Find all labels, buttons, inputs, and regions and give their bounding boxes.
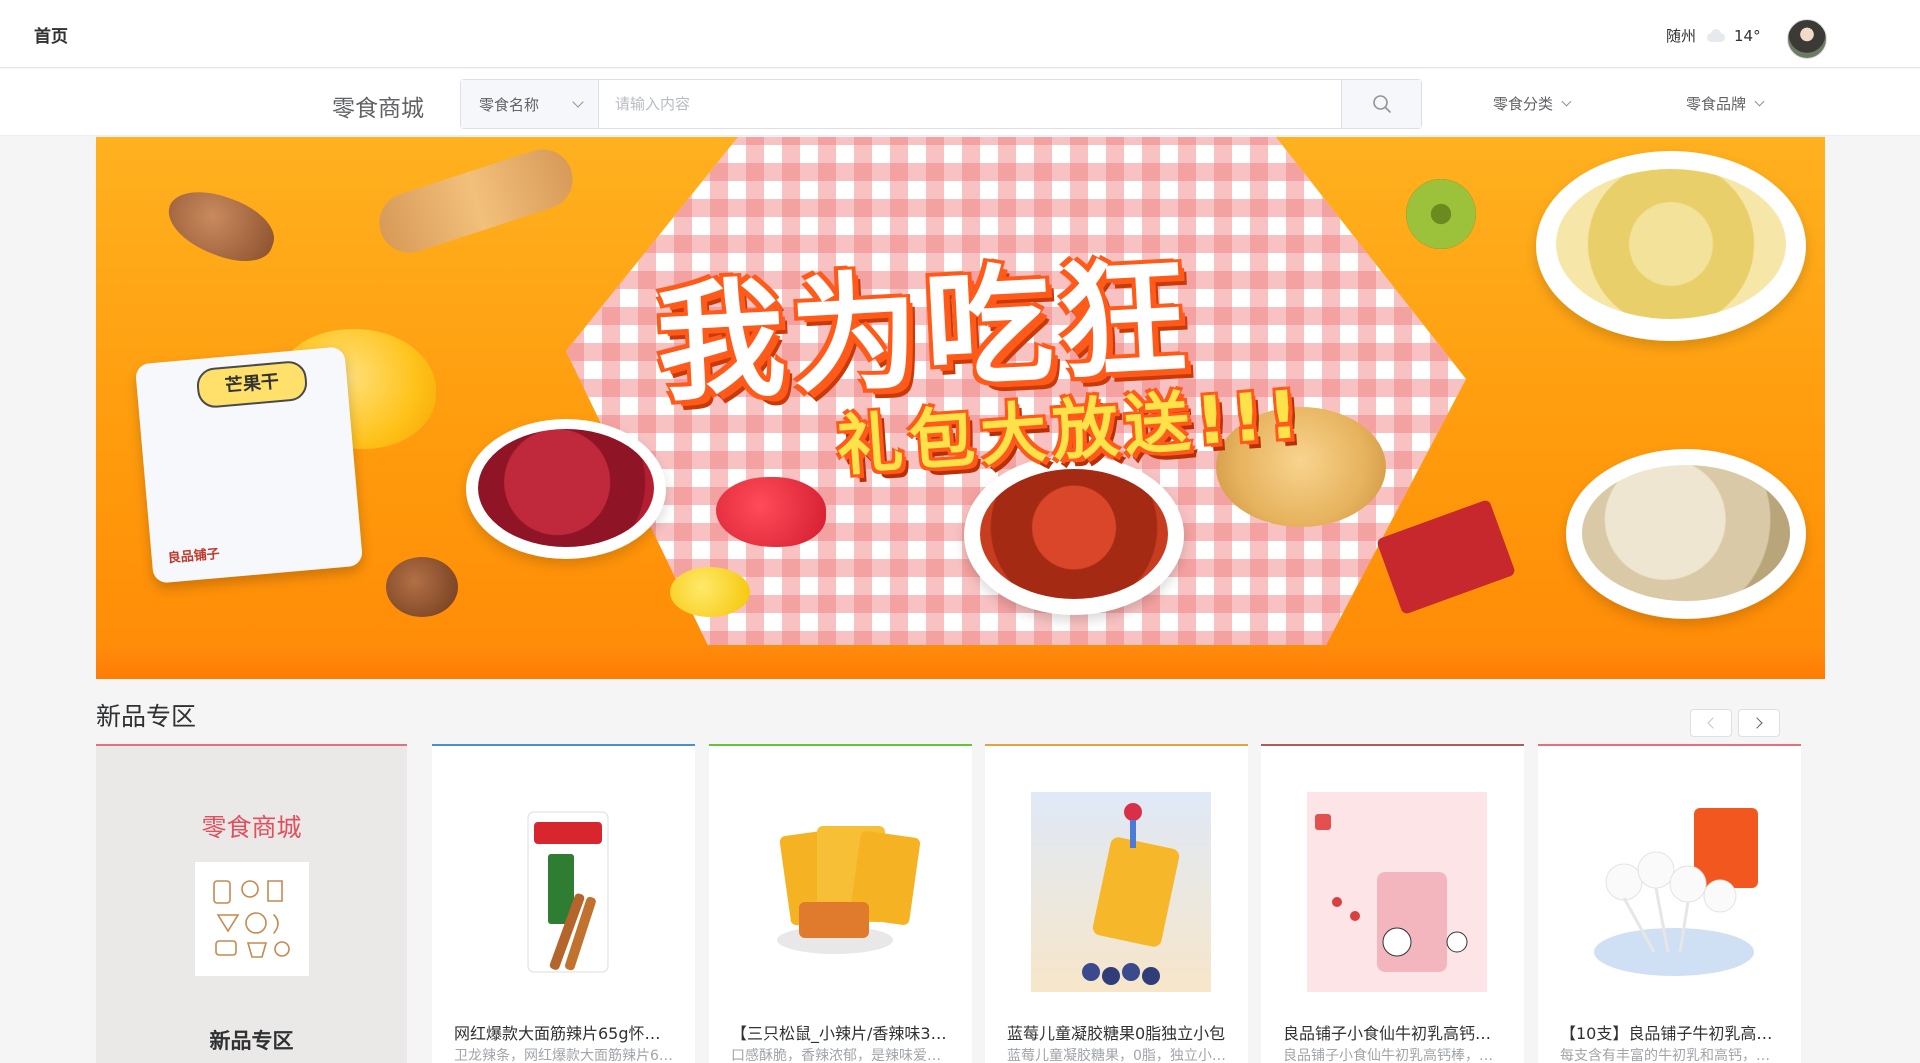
brand-dropdown[interactable]: 零食品牌 bbox=[1686, 93, 1765, 114]
product-name: 网红爆款大面筋辣片65g怀旧… bbox=[454, 1024, 674, 1043]
search-bar: 零食商城 零食名称 零食分类 零食品牌 bbox=[0, 69, 1920, 136]
home-link[interactable]: 首页 bbox=[34, 22, 68, 47]
pouch-label: 芒果干 bbox=[195, 359, 309, 410]
macadamia-image bbox=[386, 557, 458, 617]
product-desc: 卫龙辣条，网红爆款大面筋辣片6… bbox=[454, 1048, 673, 1063]
product-card[interactable]: 网红爆款大面筋辣片65g怀旧… 卫龙辣条，网红爆款大面筋辣片6… bbox=[432, 744, 695, 1063]
brand-dropdown-label: 零食品牌 bbox=[1686, 95, 1747, 113]
spicy-strip-pack-icon bbox=[527, 811, 609, 973]
product-card[interactable]: 【三只松鼠_小辣片/香辣味3… 口感酥脆，香辣浓郁，是辣味爱好… bbox=[709, 744, 972, 1063]
category-dropdown-label: 零食分类 bbox=[1493, 95, 1554, 113]
carousel-next-button[interactable] bbox=[1738, 709, 1780, 737]
banner-bottom-strip bbox=[96, 645, 1825, 679]
dates-plate bbox=[964, 455, 1184, 615]
promo-banner[interactable]: 芒果干 良品铺子 我为吃狂 礼包大放送!!! bbox=[96, 137, 1825, 679]
temperature-label: 14° bbox=[1734, 26, 1761, 45]
user-avatar[interactable] bbox=[1787, 19, 1827, 59]
search-input[interactable] bbox=[599, 80, 1341, 128]
strawberry-image bbox=[716, 477, 826, 547]
carousel-prev-button[interactable] bbox=[1690, 709, 1732, 737]
calcium-stick-pack-icon bbox=[1315, 814, 1468, 972]
city-label: 随州 bbox=[1666, 27, 1697, 45]
product-name: 蓝莓儿童凝胶糖果0脂独立小包 bbox=[1007, 1024, 1226, 1043]
pecan-image bbox=[159, 179, 283, 273]
product-image bbox=[478, 792, 658, 992]
product-name: 【10支】良品铺子牛初乳高… bbox=[1560, 1024, 1773, 1043]
top-navbar: 首页 随州 14° bbox=[0, 0, 1920, 68]
feature-title: 零食商城 bbox=[201, 813, 302, 842]
candy-image bbox=[670, 567, 750, 617]
doodle-illustration bbox=[195, 862, 309, 976]
product-image bbox=[1584, 792, 1764, 992]
berries-plate bbox=[466, 419, 666, 559]
search-group: 零食名称 bbox=[460, 79, 1422, 129]
chevron-down-icon bbox=[1561, 96, 1572, 107]
pineapple-plate bbox=[1536, 151, 1806, 341]
milk-lollipop-icon bbox=[1594, 808, 1758, 976]
weather-widget: 随州 14° bbox=[1666, 25, 1761, 46]
product-image bbox=[1307, 792, 1487, 992]
spicy-chips-pack-icon bbox=[777, 826, 921, 954]
product-desc: 良品铺子小食仙牛初乳高钙棒，山… bbox=[1283, 1048, 1503, 1063]
mango-pouch: 芒果干 良品铺子 bbox=[134, 346, 364, 584]
snack-doodle-icon bbox=[213, 880, 290, 958]
feature-label: 新品专区 bbox=[209, 1029, 294, 1053]
product-card[interactable]: 蓝莓儿童凝胶糖果0脂独立小包 蓝莓儿童凝胶糖果，0脂，独立小… bbox=[985, 744, 1248, 1063]
jerky-image bbox=[1375, 498, 1517, 616]
pistachio-plate bbox=[1566, 449, 1806, 619]
chevron-left-icon bbox=[1707, 717, 1719, 729]
search-type-value: 零食名称 bbox=[479, 95, 540, 114]
product-desc: 口感酥脆，香辣浓郁，是辣味爱好… bbox=[731, 1048, 951, 1063]
search-type-select[interactable]: 零食名称 bbox=[461, 80, 599, 128]
product-desc: 每支含有丰富的牛初乳和高钙，口… bbox=[1560, 1048, 1780, 1063]
pouch-brand: 良品铺子 bbox=[167, 546, 221, 567]
product-desc: 蓝莓儿童凝胶糖果，0脂，独立小… bbox=[1007, 1048, 1226, 1063]
product-name: 良品铺子小食仙牛初乳高钙… bbox=[1283, 1024, 1492, 1043]
twist-snack-image bbox=[371, 141, 581, 261]
feature-card[interactable]: 零食商城 新品专区 bbox=[96, 744, 407, 1063]
product-name: 【三只松鼠_小辣片/香辣味3… bbox=[731, 1024, 947, 1043]
category-dropdown[interactable]: 零食分类 bbox=[1493, 93, 1572, 114]
chevron-right-icon bbox=[1751, 717, 1763, 729]
shop-brand[interactable]: 零食商城 bbox=[332, 89, 424, 123]
search-icon bbox=[1372, 95, 1391, 113]
product-image bbox=[755, 792, 935, 992]
search-button[interactable] bbox=[1341, 80, 1421, 128]
chevron-down-icon bbox=[572, 96, 584, 108]
kiwi-image bbox=[1406, 179, 1476, 249]
product-card[interactable]: 【10支】良品铺子牛初乳高… 每支含有丰富的牛初乳和高钙，口… bbox=[1538, 744, 1801, 1063]
cloudy-icon bbox=[1704, 28, 1726, 43]
product-card[interactable]: 良品铺子小食仙牛初乳高钙… 良品铺子小食仙牛初乳高钙棒，山… bbox=[1261, 744, 1524, 1063]
chevron-down-icon bbox=[1754, 96, 1765, 107]
section-title: 新品专区 bbox=[96, 702, 197, 731]
product-image bbox=[1031, 792, 1211, 992]
gummy-pack-icon bbox=[1082, 803, 1180, 985]
